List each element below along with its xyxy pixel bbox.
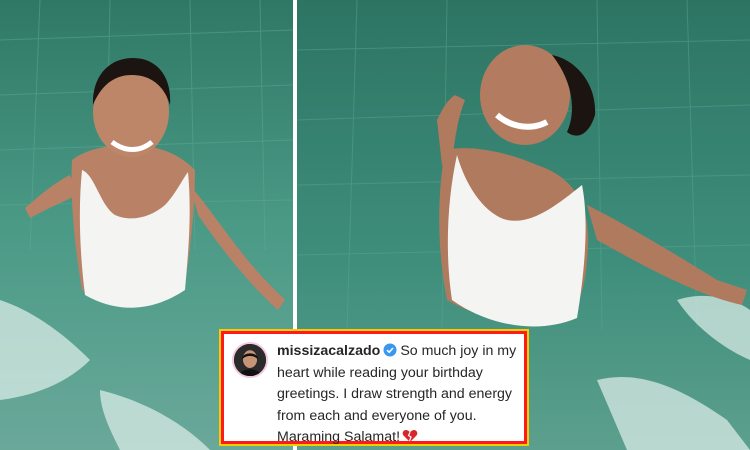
avatar-image — [234, 344, 266, 376]
collage: missizacalzado So much joy in my heart wh… — [0, 0, 750, 450]
instagram-caption-card: missizacalzado So much joy in my heart wh… — [219, 329, 529, 446]
username-link[interactable]: missizacalzado — [277, 343, 380, 359]
verified-badge-icon — [383, 343, 397, 357]
broken-heart-icon — [402, 429, 418, 442]
caption-text: missizacalzado So much joy in my heart wh… — [277, 341, 521, 449]
avatar[interactable] — [232, 342, 268, 378]
